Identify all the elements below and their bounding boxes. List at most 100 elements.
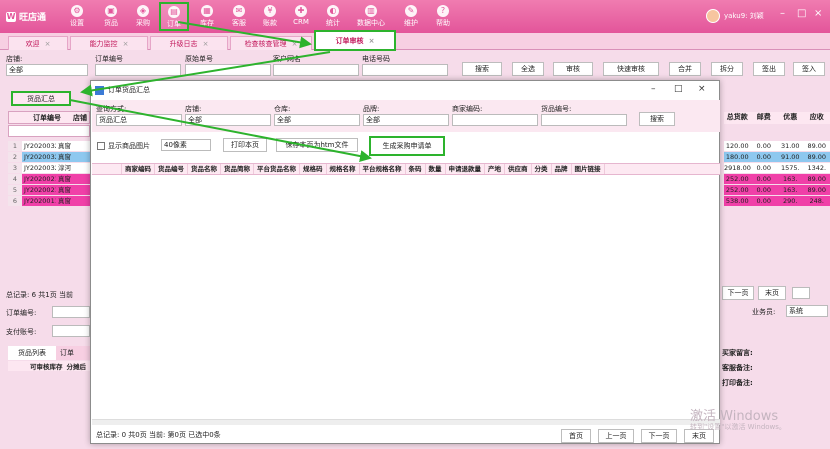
- table-row[interactable]: 4 JY2020021 真窗: [8, 174, 90, 184]
- phone-input[interactable]: [362, 64, 448, 76]
- tab-inspection[interactable]: 检查核查管理 ×: [230, 36, 312, 50]
- col-header: 平台规格名称: [360, 164, 406, 174]
- nav-data-center[interactable]: ▥ 数据中心: [352, 3, 390, 28]
- col-header: 品牌: [552, 164, 572, 174]
- nav-stats[interactable]: ◐ 统计: [318, 3, 348, 28]
- table-row[interactable]: 252.00 0.00 163. 89.00: [724, 174, 830, 184]
- tab-welcome[interactable]: 欢迎 ×: [8, 36, 68, 50]
- col-header: 分类: [532, 164, 552, 174]
- col-header: 规格码: [300, 164, 327, 174]
- first-page-button[interactable]: 首页: [561, 429, 591, 443]
- window-icon: [95, 85, 104, 95]
- orig-no-input[interactable]: [185, 64, 271, 76]
- table-row[interactable]: 252.00 0.00 163. 89.00: [724, 185, 830, 195]
- checkbox[interactable]: [97, 142, 105, 150]
- goods-no-input[interactable]: [541, 114, 627, 126]
- close-icon[interactable]: ×: [814, 8, 822, 19]
- pixel-select[interactable]: 40像素: [161, 139, 211, 151]
- merchant-code-input[interactable]: [452, 114, 538, 126]
- order-no-field-label: 订单编号:: [6, 309, 37, 317]
- tab-goods-list[interactable]: 货品列表: [8, 346, 56, 360]
- generate-purchase-request-button[interactable]: 生成采购申请单: [369, 136, 445, 156]
- stock-icon: ▦: [201, 5, 213, 17]
- table-row[interactable]: 2918.00 0.00 1575. 1342.: [724, 163, 830, 173]
- review-button[interactable]: 审核: [553, 62, 593, 76]
- table-row[interactable]: 6 JY2020011 真窗: [8, 196, 90, 206]
- table-row[interactable]: 180.00 0.00 91.00 89.00: [724, 152, 830, 162]
- page-input[interactable]: [792, 287, 810, 299]
- select-all-button[interactable]: 全选: [512, 62, 544, 76]
- customer-input[interactable]: [273, 64, 359, 76]
- maximize-icon[interactable]: □: [797, 8, 806, 19]
- buyer-message-label: 买家留言:: [722, 349, 753, 357]
- logo-icon: W: [6, 11, 16, 22]
- col-header: 产地: [485, 164, 505, 174]
- nav-crm[interactable]: ✚ CRM: [286, 3, 316, 26]
- table-row[interactable]: 538.00 0.00 290. 248.: [724, 196, 830, 206]
- checkout-button[interactable]: 签出: [753, 62, 785, 76]
- last-page-button[interactable]: 末页: [758, 286, 786, 300]
- maximize-icon[interactable]: □: [674, 84, 683, 94]
- warehouse-label: 仓库:: [274, 105, 291, 113]
- nav-order[interactable]: ▤ 订单: [159, 2, 189, 31]
- next-page-button[interactable]: 下一页: [641, 429, 677, 443]
- query-mode-select[interactable]: 货品汇总: [96, 114, 182, 126]
- tab-changelog[interactable]: 升级日志 ×: [150, 36, 228, 50]
- nav-service[interactable]: ✉ 客服: [224, 3, 254, 28]
- prev-page-button[interactable]: 上一页: [598, 429, 634, 443]
- checkin-button[interactable]: 签入: [793, 62, 825, 76]
- merge-button[interactable]: 合并: [669, 62, 701, 76]
- split-button[interactable]: 拆分: [711, 62, 743, 76]
- col-header: 申请退款量: [446, 164, 485, 174]
- customer-label: 客户网名: [273, 55, 301, 63]
- pay-account-field[interactable]: [52, 325, 90, 337]
- nav-help[interactable]: ? 帮助: [428, 3, 458, 28]
- tab-order-review[interactable]: 订单审核 ×: [314, 30, 396, 51]
- col-header: 商家编码: [122, 164, 155, 174]
- salesman-select[interactable]: 系统: [786, 305, 828, 317]
- goods-summary-button[interactable]: 货品汇总: [11, 91, 71, 106]
- table-row[interactable]: 2 JY2020032 真窗: [8, 152, 90, 162]
- user-info[interactable]: yaku9: 刘颖: [706, 9, 764, 23]
- shop-label: 店铺:: [6, 55, 23, 63]
- close-icon[interactable]: ×: [698, 84, 706, 94]
- search-button[interactable]: 搜索: [462, 62, 502, 76]
- shop-select[interactable]: 全部: [6, 64, 88, 76]
- table-row[interactable]: 3 JY2020032 淳河: [8, 163, 90, 173]
- nav-settings[interactable]: ⚙ 设置: [62, 3, 92, 28]
- warehouse-select[interactable]: 全部: [274, 114, 360, 126]
- show-image-option[interactable]: 显示商品图片: [97, 141, 150, 151]
- order-no-input[interactable]: [95, 64, 181, 76]
- table-row[interactable]: 120.00 0.00 31.00 89.00: [724, 141, 830, 151]
- dialog-shop-label: 店铺:: [185, 105, 202, 113]
- maintain-icon: ✎: [405, 5, 417, 17]
- next-page-button[interactable]: 下一页: [722, 286, 754, 300]
- tab-order[interactable]: 订单: [56, 346, 78, 360]
- purchase-icon: ◈: [137, 5, 149, 17]
- order-no-field[interactable]: [52, 306, 90, 318]
- bottom-grid-header: 可审核库存 分摊后: [8, 361, 90, 371]
- service-icon: ✉: [233, 5, 245, 17]
- grid-filter-row[interactable]: [8, 125, 90, 137]
- col-header: 货品名称: [188, 164, 221, 174]
- table-row[interactable]: 5 JY2020021 真窗: [8, 185, 90, 195]
- brand-select[interactable]: 全部: [363, 114, 449, 126]
- order-icon: ▤: [168, 6, 180, 18]
- print-page-button[interactable]: 打印本页: [223, 138, 267, 152]
- nav-goods[interactable]: ▣ 货品: [96, 3, 126, 28]
- table-row[interactable]: 1 JY2020032 真窗: [8, 141, 90, 151]
- quick-review-button[interactable]: 快速审核: [603, 62, 659, 76]
- horizontal-scrollbar[interactable]: [92, 419, 720, 425]
- nav-maintain[interactable]: ✎ 维护: [396, 3, 426, 28]
- nav-stock[interactable]: ▦ 库存: [192, 3, 222, 28]
- dialog-search-button[interactable]: 搜索: [639, 112, 675, 126]
- tab-monitor[interactable]: 能力监控 ×: [70, 36, 148, 50]
- col-header: 货品简称: [221, 164, 254, 174]
- minimize-icon[interactable]: –: [651, 84, 656, 94]
- dialog-shop-select[interactable]: 全部: [185, 114, 271, 126]
- minimize-icon[interactable]: –: [780, 8, 785, 19]
- close-icon: ×: [44, 39, 51, 48]
- nav-purchase[interactable]: ◈ 采购: [128, 3, 158, 28]
- save-htm-button[interactable]: 保存本页为htm文件: [276, 138, 358, 152]
- nav-account[interactable]: ¥ 账款: [255, 3, 285, 28]
